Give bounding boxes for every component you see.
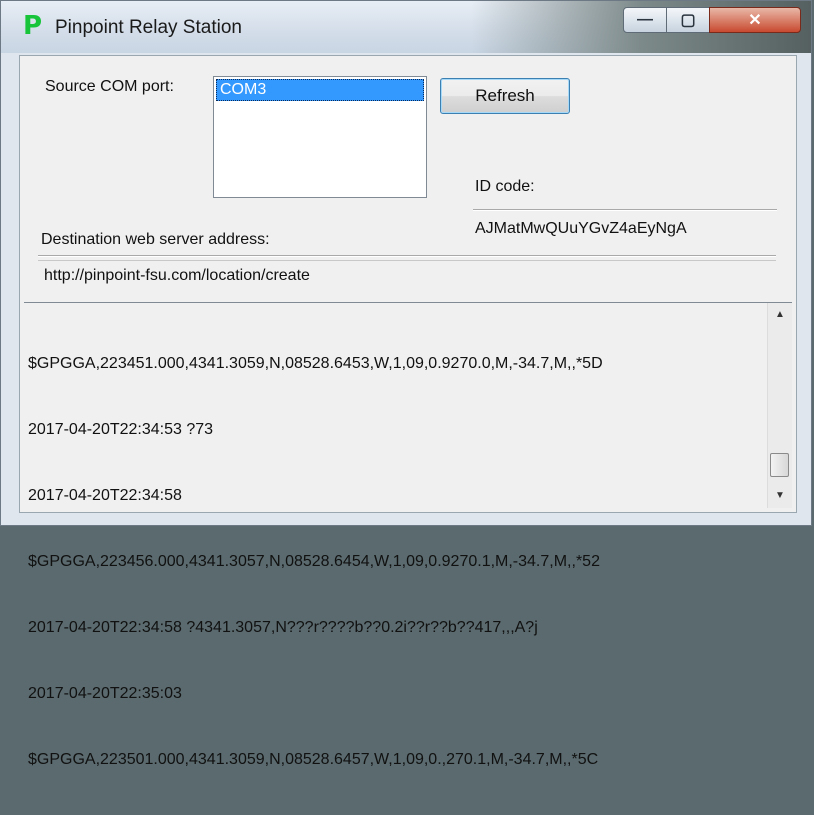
minimize-button[interactable]: — [623,7,667,33]
destination-address-field[interactable]: http://pinpoint-fsu.com/location/create [38,260,776,290]
log-line: 2017-04-20T22:35:03 [28,685,182,702]
source-com-port-label: Source COM port: [45,78,174,95]
log-line: 2017-04-20T22:34:58 ?4341.3057,N???r????… [28,619,538,636]
app-logo-icon: P [23,11,43,41]
window-title: Pinpoint Relay Station [55,17,242,38]
destination-separator [38,255,776,257]
maximize-button[interactable]: ▢ [666,7,710,33]
maximize-icon: ▢ [680,12,696,29]
id-code-value: AJMatMwQUuYGvZ4aEyNgA [475,220,687,237]
title-bar[interactable]: P Pinpoint Relay Station — ▢ ✕ [1,1,811,53]
client-area: Source COM port: COM3 Refresh ID code: A… [19,55,797,768]
scroll-down-icon[interactable]: ▼ [772,488,788,504]
scroll-thumb[interactable] [770,453,789,477]
log-line: $GPGGA,223501.000,4341.3059,N,08528.6457… [28,751,599,768]
log-lines: $GPGGA,223451.000,4341.3059,N,08528.6453… [28,309,768,815]
log-output[interactable]: $GPGGA,223451.000,4341.3059,N,08528.6453… [24,302,792,768]
destination-label: Destination web server address: [41,231,270,248]
com-port-listbox[interactable]: COM3 [213,76,427,198]
close-button[interactable]: ✕ [709,7,801,33]
log-line: $GPGGA,223451.000,4341.3059,N,08528.6453… [28,355,603,372]
refresh-button[interactable]: Refresh [440,78,570,114]
id-separator [473,209,777,211]
log-line: 2017-04-20T22:34:53 ?73 [28,421,214,438]
log-line: $GPGGA,223456.000,4341.3057,N,08528.6454… [28,553,600,570]
close-icon: ✕ [748,12,762,29]
log-line: 2017-04-20T22:34:58 [28,487,182,504]
app-window: P Pinpoint Relay Station — ▢ ✕ Source CO… [0,0,812,768]
com-port-item[interactable]: COM3 [216,79,424,101]
scroll-up-icon[interactable]: ▲ [772,307,788,323]
log-scrollbar[interactable]: ▲ ▼ [767,303,792,508]
minimize-icon: — [637,11,653,28]
id-code-label: ID code: [475,178,535,195]
